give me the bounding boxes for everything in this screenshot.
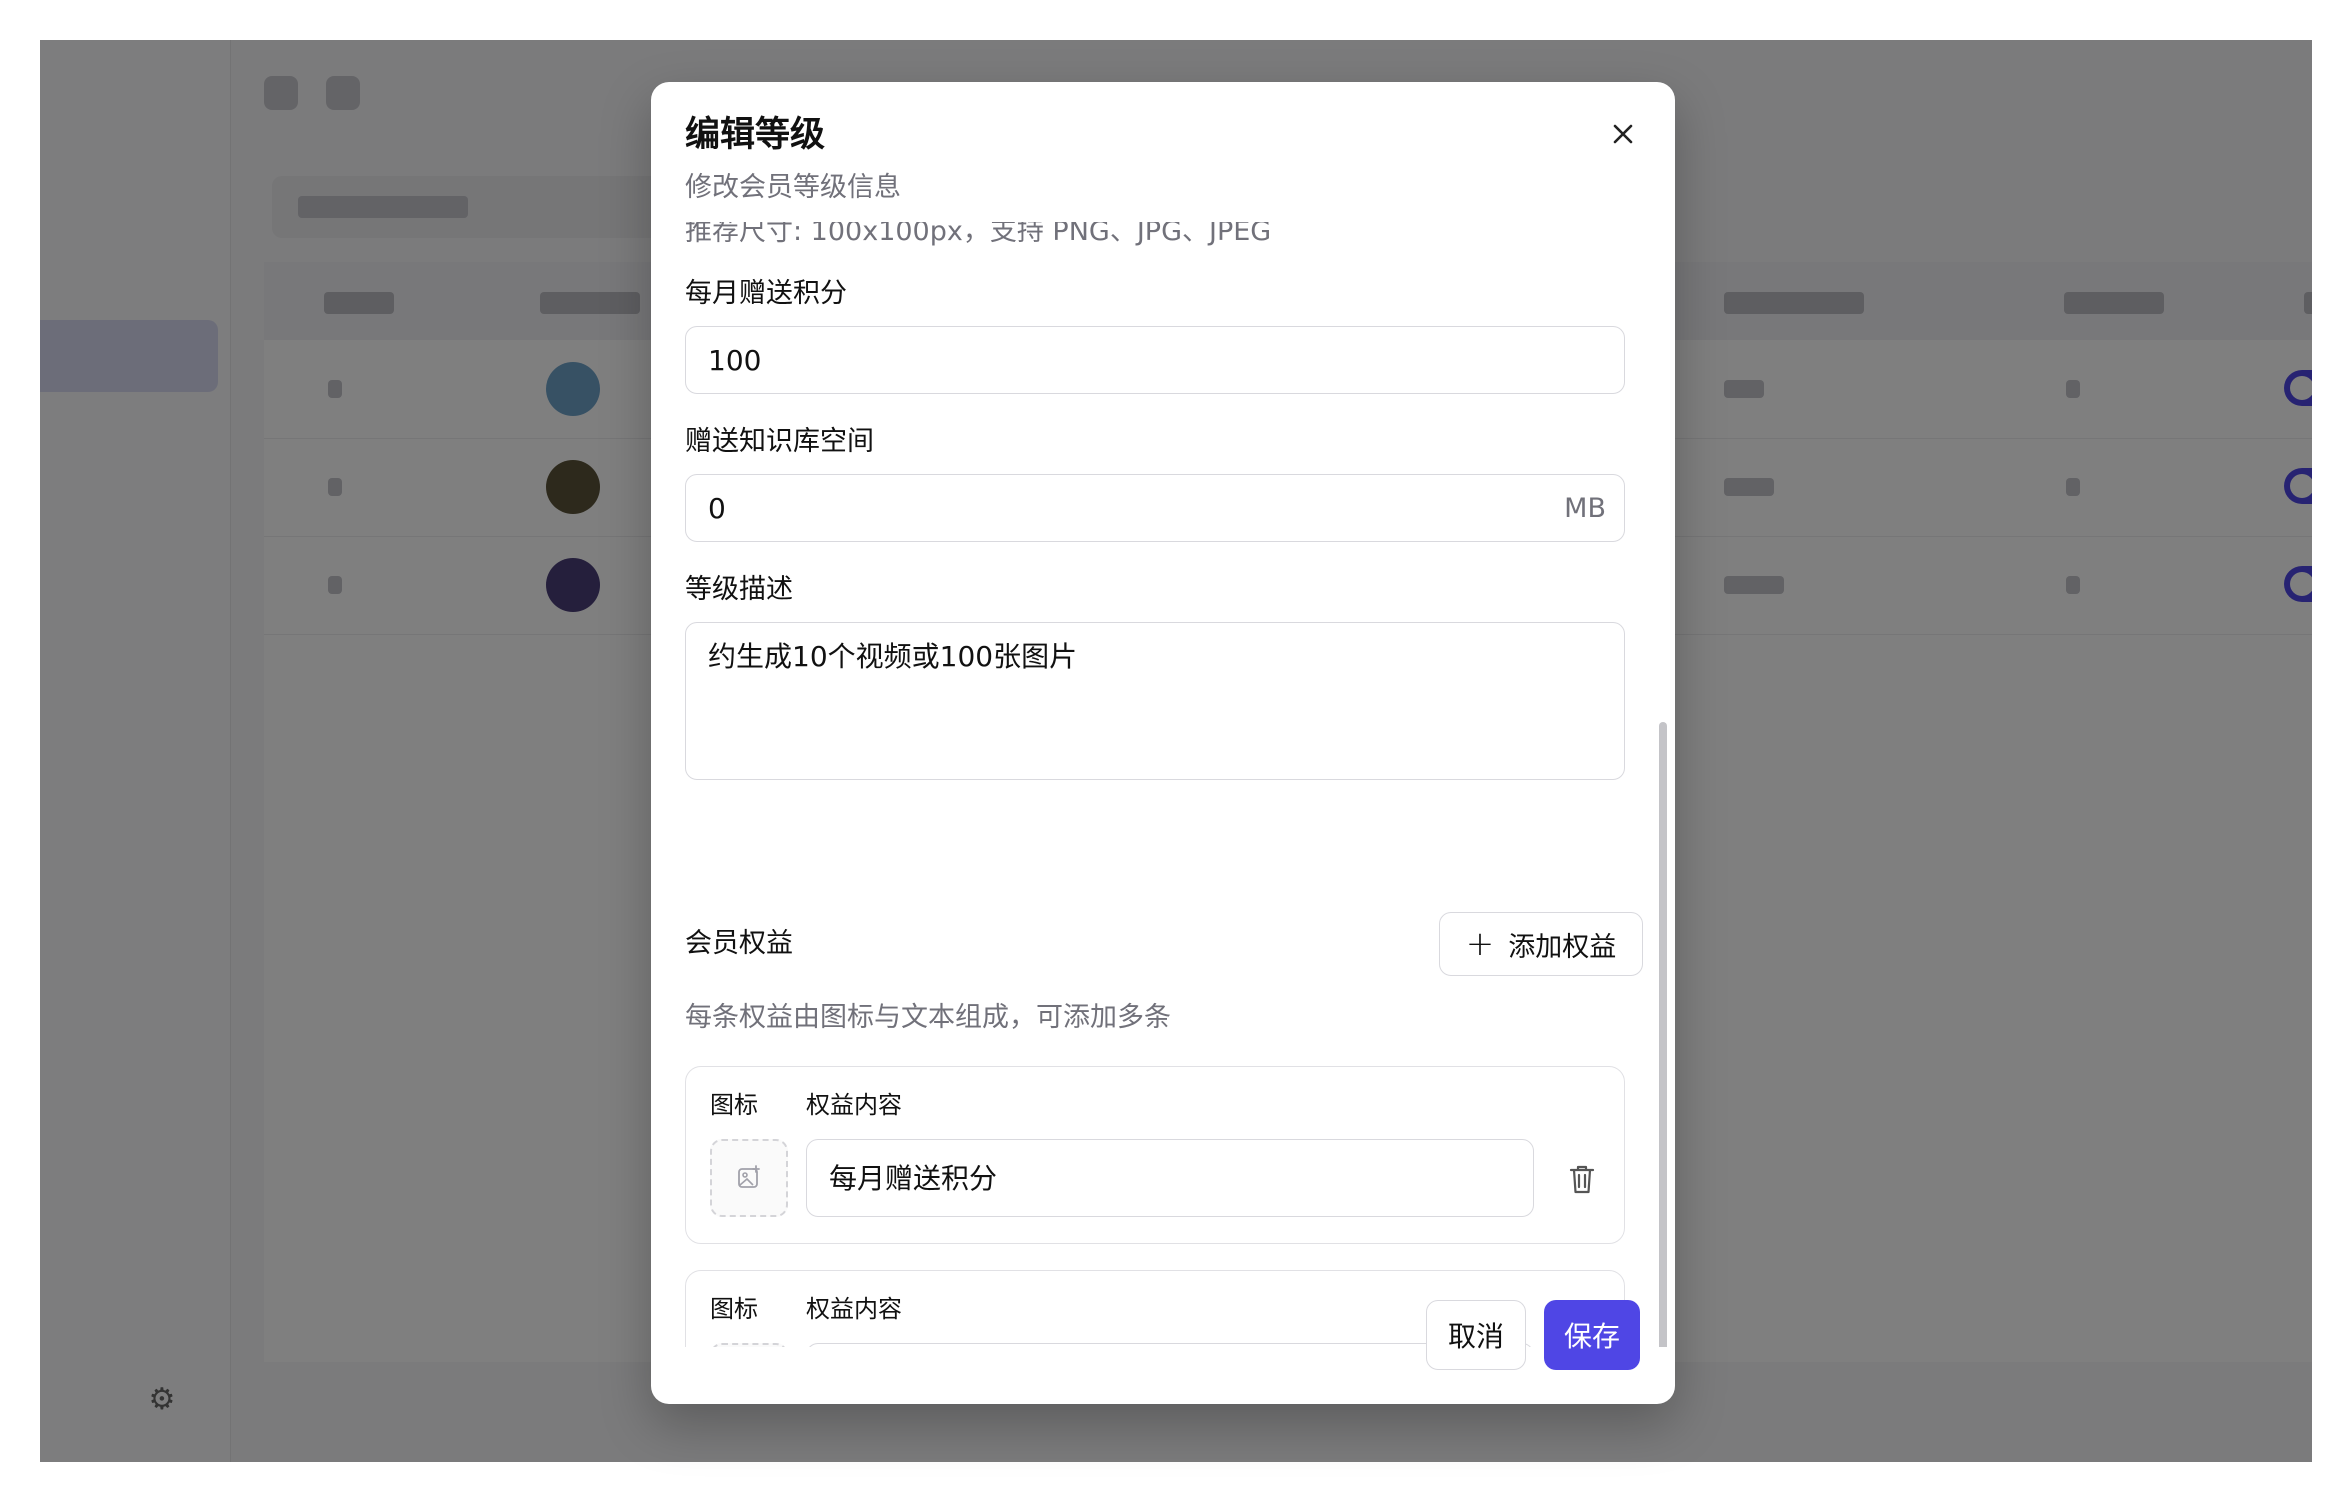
benefit-icon-upload[interactable] [710,1139,788,1217]
benefit-icon-upload[interactable] [710,1343,788,1347]
description-label: 等级描述 [685,574,793,605]
benefit-content-value: 每月赠送积分 [829,1162,998,1195]
trash-icon[interactable] [1562,1159,1602,1199]
close-button[interactable] [1601,112,1645,156]
add-benefit-button[interactable]: + 添加权益 [1439,912,1643,976]
monthly-points-input[interactable]: 100 [685,326,1625,394]
benefit-content-label: 权益内容 [806,1295,902,1323]
icon-size-hint: 推荐尺寸: 100x100px，支持 PNG、JPG、JPEG [685,222,1272,247]
monthly-points-label: 每月赠送积分 [685,278,847,309]
plus-icon: + [1465,924,1495,964]
storage-label: 赠送知识库空间 [685,426,874,457]
cancel-button[interactable]: 取消 [1426,1300,1526,1370]
save-button[interactable]: 保存 [1544,1300,1640,1370]
benefit-content-input[interactable]: 每月赠送积分 [806,1139,1534,1217]
image-add-icon [738,1165,760,1188]
scrollbar[interactable] [1659,722,1667,1347]
dialog-scroll-area[interactable]: 推荐尺寸: 100x100px，支持 PNG、JPG、JPEG 每月赠送积分 1… [651,222,1675,1347]
storage-value: 0 [708,492,726,525]
storage-input[interactable]: 0 MB [685,474,1625,542]
description-value: 约生成10个视频或100张图片 [708,640,1078,673]
benefit-icon-label: 图标 [710,1091,758,1119]
dialog-subtitle: 修改会员等级信息 [685,172,901,203]
edit-level-dialog: 编辑等级 修改会员等级信息 推荐尺寸: 100x100px，支持 PNG、JPG… [651,82,1675,1404]
benefit-content-label: 权益内容 [806,1091,902,1119]
benefit-item: 图标 权益内容 每月赠送积分 [685,1066,1625,1244]
close-icon [1613,124,1633,144]
storage-unit: MB [1564,493,1606,524]
dialog-title: 编辑等级 [685,115,826,155]
add-benefit-label: 添加权益 [1508,931,1617,963]
benefit-icon-label: 图标 [710,1295,758,1323]
benefit-content-input[interactable] [806,1343,1534,1347]
benefits-hint: 每条权益由图标与文本组成，可添加多条 [685,1002,1171,1033]
monthly-points-value: 100 [708,344,762,377]
description-textarea[interactable]: 约生成10个视频或100张图片 [685,622,1625,780]
benefits-label: 会员权益 [685,928,793,959]
